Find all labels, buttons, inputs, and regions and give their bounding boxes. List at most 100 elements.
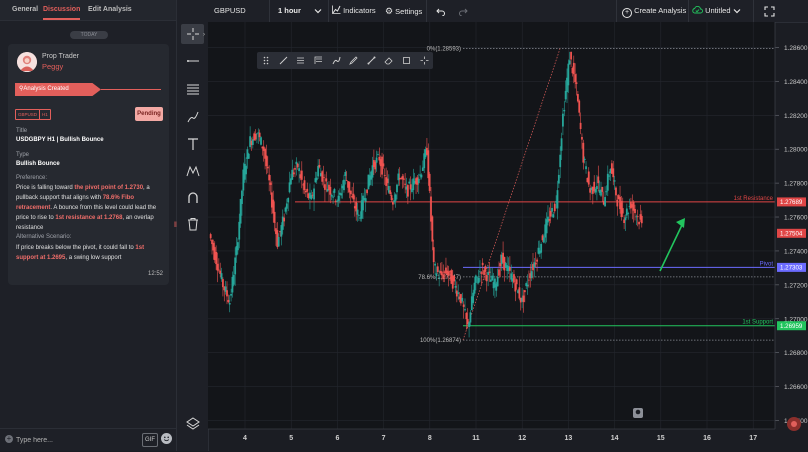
draw-brush-icon[interactable] [327, 52, 345, 69]
draw-pencil-icon[interactable] [345, 52, 363, 69]
candle-body [457, 292, 460, 294]
candle-body [479, 271, 481, 273]
create-analysis-button[interactable]: + Create Analysis [622, 0, 686, 22]
draw-line-icon[interactable] [363, 52, 381, 69]
line-tool[interactable] [181, 51, 204, 71]
trash-icon [187, 218, 198, 231]
candle-body [272, 199, 275, 214]
draw-fib-icon[interactable] [310, 52, 328, 69]
fullscreen-icon [764, 5, 775, 17]
candle-body [269, 182, 272, 185]
candle-body [496, 276, 499, 287]
candle-body [356, 209, 359, 215]
candle-body [330, 195, 333, 197]
message-input[interactable] [16, 433, 136, 447]
candle-body [474, 275, 477, 283]
record-button[interactable] [787, 417, 801, 431]
avatar[interactable] [17, 52, 37, 72]
drag-handle-icon[interactable] [257, 52, 275, 69]
tab-edit-analysis[interactable]: Edit Analysis [88, 0, 132, 20]
candle-body [624, 217, 627, 221]
preference-text-fragment: 1st resistance at 1.2768 [55, 215, 123, 221]
layout-selector[interactable]: Untitled [692, 0, 741, 22]
candle-body [292, 172, 295, 175]
draw-channel-icon[interactable] [292, 52, 310, 69]
magnet-tool[interactable] [181, 188, 204, 208]
symbol-selector[interactable]: GBPUSD [214, 0, 246, 22]
candle-body [581, 137, 583, 140]
candle-body [548, 219, 551, 221]
crosshair-tool[interactable] [181, 24, 204, 44]
candle-body [560, 138, 563, 151]
draw-trend-icon[interactable] [275, 52, 293, 69]
draw-crosshair-icon[interactable] [415, 52, 433, 69]
indicators-label: Indicators [343, 6, 376, 15]
tab-general[interactable]: General [12, 0, 38, 20]
candle-body [462, 304, 465, 307]
x-tick-label: 6 [335, 435, 339, 442]
plus-circle-icon: + [622, 8, 632, 18]
candle-body [605, 191, 608, 193]
x-tick-label: 8 [428, 435, 432, 442]
x-tick-label: 13 [565, 435, 573, 442]
divider [753, 0, 754, 22]
pending-button[interactable]: Pending [135, 107, 163, 121]
candle-body [621, 208, 624, 214]
settings-button[interactable]: ⚙ Settings [385, 0, 422, 22]
title-value: USDGBPY H1 | Bullish Bounce [16, 137, 104, 143]
candle-body [247, 153, 250, 159]
indicators-button[interactable]: Indicators [332, 0, 376, 22]
candle-body [236, 242, 239, 251]
brush-tool[interactable] [181, 107, 204, 127]
author-name[interactable]: Peggy [42, 62, 63, 71]
candle-body [329, 186, 332, 195]
candle-body [408, 181, 411, 184]
draw-eraser-icon[interactable] [380, 52, 398, 69]
fullscreen-button[interactable] [764, 0, 775, 22]
candle-body [453, 276, 456, 282]
undo-icon [436, 8, 445, 17]
hint-icon[interactable] [633, 408, 643, 418]
emoji-icon[interactable] [161, 433, 172, 444]
candle-body [287, 197, 290, 203]
chart-area[interactable]: 1st Resistance Pivot 1st Support 0%(1.2859… [208, 22, 808, 451]
candle-body [523, 290, 526, 293]
candle-body [402, 178, 405, 180]
undo-button[interactable] [436, 0, 445, 22]
candle-body [514, 283, 517, 292]
draw-rectangle-icon[interactable] [398, 52, 416, 69]
candle-body [585, 166, 587, 170]
candle-body [241, 190, 243, 204]
timeframe-selector[interactable]: 1 hour [278, 0, 301, 22]
candle-body [283, 217, 286, 222]
current-price-label: 1.27504 [780, 231, 803, 238]
candle-body [298, 168, 300, 172]
cloud-check-icon [692, 6, 703, 14]
candle-body [386, 178, 389, 184]
layers-button[interactable] [181, 413, 204, 433]
delete-drawings-button[interactable] [181, 214, 204, 234]
expand-tools-icon[interactable]: › [203, 32, 205, 38]
add-attachment-icon[interactable]: + [5, 435, 13, 443]
candle-body [324, 184, 326, 190]
candle-body [465, 312, 468, 320]
candle-body [217, 269, 220, 271]
timeframe-chevron-icon[interactable] [314, 0, 322, 22]
gif-button[interactable]: GIF [142, 433, 158, 447]
fib-tool[interactable] [181, 79, 204, 99]
redo-button[interactable] [459, 0, 468, 22]
divider [269, 0, 270, 22]
type-value: Bullish Bounce [16, 161, 60, 167]
candle-body [228, 303, 231, 305]
pattern-tool[interactable] [181, 161, 204, 181]
price-chart[interactable]: 1st ResistancePivot1st Support 0%(1.2859… [208, 22, 808, 451]
candle-body [578, 100, 581, 113]
candle-body [215, 251, 218, 265]
text-tool[interactable] [181, 134, 204, 154]
drawing-tools-bar: › [177, 0, 209, 451]
tab-discussion[interactable]: Discussion [43, 0, 81, 20]
candle-body [528, 279, 530, 281]
message-bar: + GIF [0, 428, 176, 452]
candle-body [638, 221, 640, 225]
candle-body [542, 237, 545, 243]
